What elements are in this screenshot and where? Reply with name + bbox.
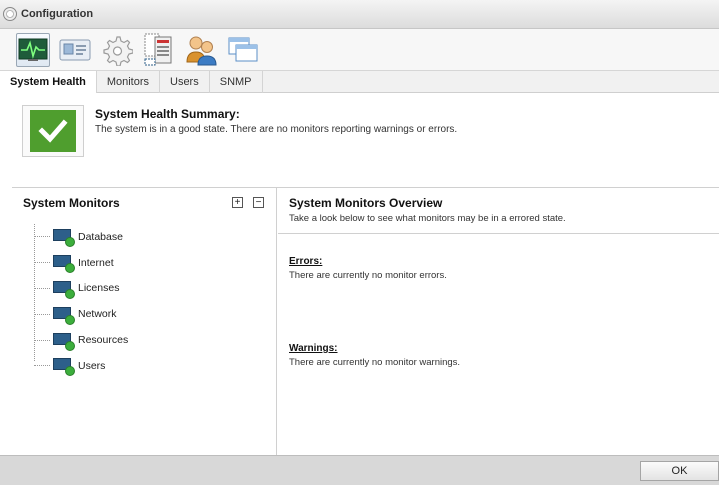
tree-item-label: Resources [78,334,129,347]
warnings-heading: Warnings: [289,343,338,354]
monitor-ok-icon [53,255,75,274]
configuration-gear-icon [3,7,17,21]
users-icon[interactable] [184,33,218,67]
overview-title: System Monitors Overview [289,196,443,210]
monitor-tree: Database Internet Licenses Network Resou… [32,224,128,379]
tab-users[interactable]: Users [160,71,210,93]
tree-item-label: Database [78,230,123,243]
window-title: Configuration [21,8,94,20]
tab-system-health[interactable]: System Health [0,71,97,93]
tree-item-label: Internet [78,256,114,269]
settings-icon[interactable] [100,33,134,67]
tree-item-users[interactable]: Users [32,353,128,379]
monitor-ok-icon [53,332,75,351]
system-monitors-panel: System Monitors + − Database Internet Li… [12,188,277,455]
monitor-ok-icon [53,358,75,377]
health-summary: System Health Summary: The system is in … [0,93,719,187]
toolbar [0,29,719,71]
windows-icon[interactable] [226,33,260,67]
errors-heading: Errors: [289,256,323,267]
overview-panel: System Monitors Overview Take a look bel… [278,188,719,455]
tree-item-internet[interactable]: Internet [32,250,128,276]
monitor-ok-icon [53,306,75,325]
errors-text: There are currently no monitor errors. [289,270,447,281]
server-config-icon[interactable] [142,33,176,67]
monitors-icon[interactable] [58,33,92,67]
tab-bar: System Health Monitors Users SNMP [0,71,719,93]
dialog-footer: OK [0,455,719,485]
expand-all-button[interactable]: + [232,197,243,208]
ok-button[interactable]: OK [640,461,719,481]
tree-item-database[interactable]: Database [32,224,128,250]
overview-subtitle: Take a look below to see what monitors m… [289,213,566,224]
system-health-icon[interactable] [16,32,50,67]
tab-monitors[interactable]: Monitors [97,71,160,93]
monitor-ok-icon [53,229,75,248]
summary-text: The system is in a good state. There are… [95,124,458,135]
tree-item-network[interactable]: Network [32,301,128,327]
tree-item-label: Licenses [78,282,120,295]
summary-title: System Health Summary: [95,107,240,121]
warnings-text: There are currently no monitor warnings. [289,357,461,368]
tree-item-resources[interactable]: Resources [32,327,128,353]
window-titlebar: Configuration [0,0,719,29]
tree-item-label: Network [78,308,117,321]
tree-item-licenses[interactable]: Licenses [32,276,128,302]
tree-item-label: Users [78,359,106,372]
collapse-all-button[interactable]: − [253,197,264,208]
overview-divider [278,233,719,234]
monitors-panel-title: System Monitors [23,196,120,210]
monitor-ok-icon [53,280,75,299]
tab-snmp[interactable]: SNMP [210,71,263,93]
status-ok-icon [22,105,84,157]
